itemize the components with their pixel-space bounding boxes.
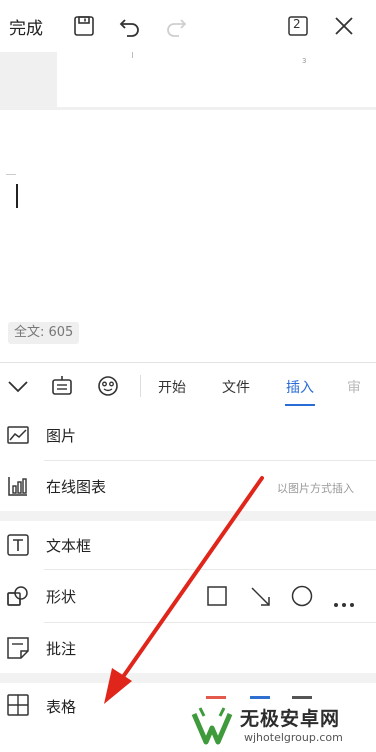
red-annotation-arrow	[104, 476, 264, 704]
watermark-url: wjhotelgroup.com	[244, 731, 343, 744]
brand-logo-icon	[191, 707, 233, 745]
watermark: 无极安卓网 wjhotelgroup.com	[182, 700, 376, 752]
watermark-brand: 无极安卓网	[240, 708, 341, 730]
